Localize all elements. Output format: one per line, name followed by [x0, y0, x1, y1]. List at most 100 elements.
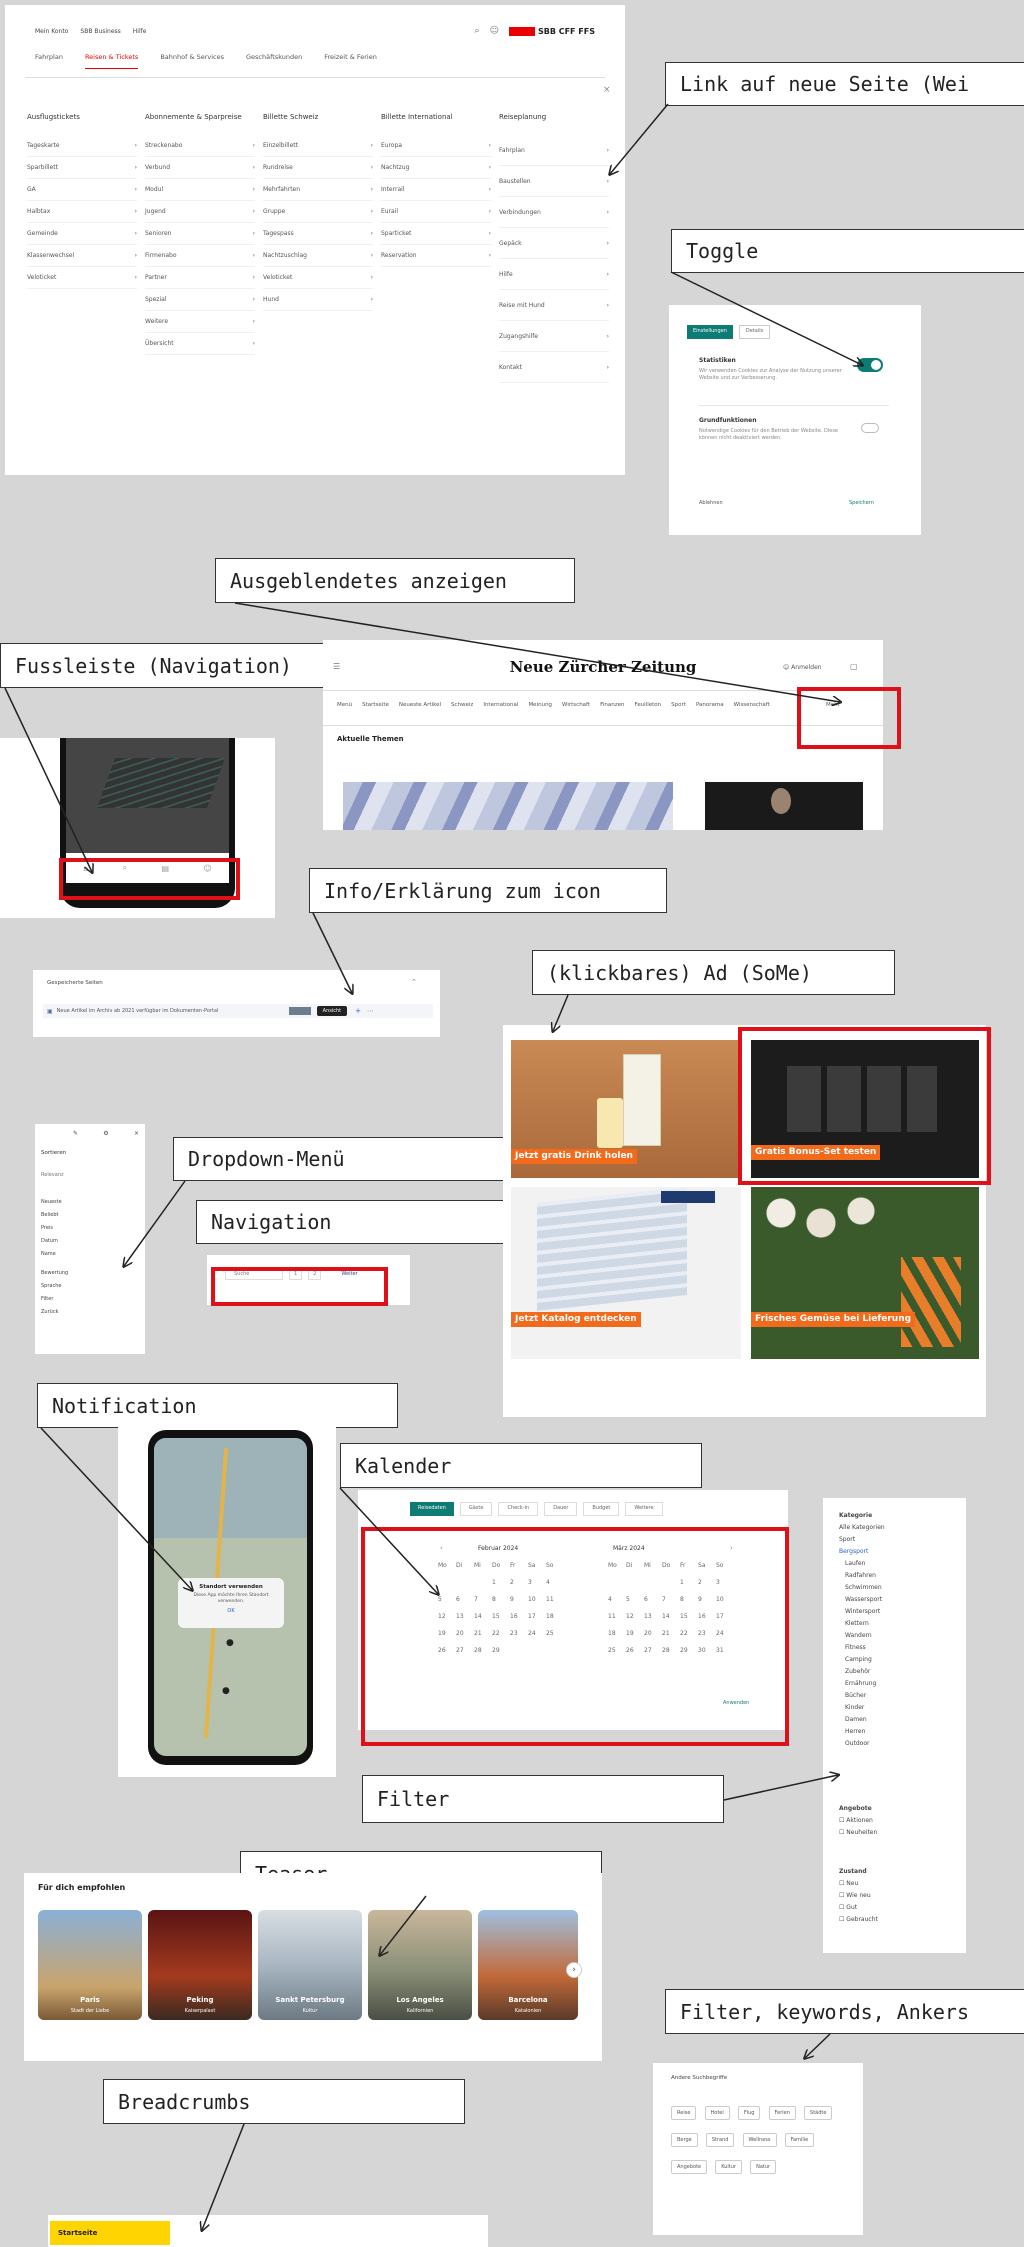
nzz-menu-icon[interactable]: ☰: [333, 662, 340, 671]
chevron-up-icon[interactable]: ⌃: [411, 978, 417, 986]
menu-link[interactable]: Gruppe ›: [263, 201, 373, 223]
nav-item[interactable]: Wissenschaft: [734, 702, 770, 714]
menu-link[interactable]: Baustellen ›: [499, 166, 609, 197]
nav-item[interactable]: Meinung: [528, 702, 552, 714]
close-icon[interactable]: ×: [134, 1130, 139, 1142]
tab-einstellungen[interactable]: Einstellungen: [687, 325, 733, 339]
nav-item[interactable]: Neueste Artikel: [399, 702, 441, 714]
reject-link[interactable]: Ablehnen: [699, 500, 723, 506]
teaser-card-paris[interactable]: Paris Stadt der Liebe: [38, 1910, 142, 2020]
filter-category-link[interactable]: Alle Kategorien: [839, 1522, 959, 1534]
filter-category-link[interactable]: Radfahren: [839, 1570, 959, 1582]
edit-icon[interactable]: ✎: [73, 1130, 78, 1142]
tab-freizeit[interactable]: Freizeit & Ferien: [324, 53, 377, 69]
more-icon[interactable]: ⋯: [367, 1007, 374, 1015]
filter-category-link[interactable]: Sport: [839, 1534, 959, 1546]
teaser-card-los-angeles[interactable]: Los Angeles Kalifornien: [368, 1910, 472, 2020]
keyword-chip[interactable]: Wellness: [742, 2133, 777, 2147]
filter-category-link[interactable]: Laufen: [839, 1558, 959, 1570]
menu-link[interactable]: Übersicht ›: [145, 333, 255, 355]
tab-budget[interactable]: Budget: [583, 1502, 620, 1516]
menu-link[interactable]: Verbund ›: [145, 157, 255, 179]
filter-category-link[interactable]: Zubehör: [839, 1666, 959, 1678]
menu-link[interactable]: Gepäck ›: [499, 228, 609, 259]
map-pin-icon[interactable]: ●: [226, 1638, 234, 1648]
menu-link[interactable]: Partner ›: [145, 267, 255, 289]
menu-link[interactable]: Veloticket ›: [27, 267, 137, 289]
menu-link[interactable]: Hund ›: [263, 289, 373, 311]
nav-item[interactable]: Sport: [671, 702, 686, 714]
nav-item[interactable]: Feuilleton: [634, 702, 661, 714]
menu-link[interactable]: Verbindungen ›: [499, 197, 609, 228]
menu-link[interactable]: Nachtzuschlag ›: [263, 245, 373, 267]
menu-link[interactable]: Tagespass ›: [263, 223, 373, 245]
settings-icon[interactable]: ⚙: [103, 1130, 108, 1142]
menu-link[interactable]: Senioren ›: [145, 223, 255, 245]
keyword-chip[interactable]: Angebote: [671, 2160, 708, 2174]
menu-link[interactable]: Gemeinde ›: [27, 223, 137, 245]
tab-checkin[interactable]: Check-in: [498, 1502, 539, 1516]
keyword-chip[interactable]: Kultur: [715, 2160, 742, 2174]
menu-link[interactable]: Rundreise ›: [263, 157, 373, 179]
filter-checkbox[interactable]: ☐ Neuheiten: [839, 1827, 959, 1839]
keyword-chip[interactable]: Ferien: [768, 2106, 796, 2120]
menu-link[interactable]: Tageskarte ›: [27, 135, 137, 157]
notification-ok-button[interactable]: OK: [178, 1608, 284, 1614]
menu-link[interactable]: Halbtax ›: [27, 201, 137, 223]
dropdown-item[interactable]: Sprache: [41, 1280, 131, 1293]
user-icon[interactable]: ☺: [490, 26, 499, 36]
nav-item[interactable]: Wirtschaft: [562, 702, 590, 714]
ad-tile[interactable]: Jetzt gratis Drink holen: [511, 1040, 741, 1178]
filter-category-link[interactable]: Kinder: [839, 1702, 959, 1714]
filter-checkbox[interactable]: ☐ Wie neu: [839, 1890, 959, 1902]
ad-tile[interactable]: Jetzt Katalog entdecken: [511, 1187, 741, 1359]
article-image-banknotes[interactable]: [343, 782, 673, 830]
tab-gaeste[interactable]: Gäste: [459, 1502, 493, 1516]
tab-reisen[interactable]: Reisen & Tickets: [84, 53, 139, 69]
keyword-chip[interactable]: Natur: [750, 2160, 777, 2174]
dropdown-item[interactable]: Neueste: [41, 1196, 131, 1209]
keyword-chip[interactable]: Familie: [784, 2133, 815, 2147]
map-pin-icon[interactable]: ●: [222, 1686, 230, 1696]
sbb-top-link[interactable]: Hilfe: [133, 28, 147, 35]
sbb-top-link[interactable]: Mein Konto: [35, 28, 68, 35]
filter-checkbox[interactable]: ☐ Gut: [839, 1902, 959, 1914]
breadcrumb-item-home[interactable]: Startseite: [58, 2229, 97, 2237]
keyword-chip[interactable]: Hotel: [704, 2106, 730, 2120]
nav-item[interactable]: Startseite: [362, 702, 389, 714]
tab-geschaeftskunden[interactable]: Geschäftskunden: [246, 53, 302, 69]
dropdown-item[interactable]: Beliebt: [41, 1209, 131, 1222]
menu-link[interactable]: Interrail ›: [381, 179, 491, 201]
menu-link[interactable]: Modul ›: [145, 179, 255, 201]
nav-item[interactable]: Menü: [337, 702, 352, 714]
menu-link[interactable]: Sparbillett ›: [27, 157, 137, 179]
filter-category-link[interactable]: Bücher: [839, 1690, 959, 1702]
tab-details[interactable]: Details: [738, 325, 771, 339]
keyword-chip[interactable]: Reise: [671, 2106, 697, 2120]
filter-category-link[interactable]: Damen: [839, 1714, 959, 1726]
search-icon[interactable]: ⌕: [475, 26, 480, 36]
menu-link[interactable]: Fahrplan ›: [499, 135, 609, 166]
filter-checkbox[interactable]: ☐ Aktionen: [839, 1815, 959, 1827]
filter-checkbox[interactable]: ☐ Neu: [839, 1878, 959, 1890]
tab-reisedaten[interactable]: Reisedaten: [410, 1502, 454, 1516]
dropdown-item[interactable]: Zurück: [41, 1306, 131, 1319]
menu-link[interactable]: Eurail ›: [381, 201, 491, 223]
nav-item[interactable]: International: [483, 702, 518, 714]
statistics-toggle-switch[interactable]: [857, 358, 883, 372]
menu-link[interactable]: Mehrfahrten ›: [263, 179, 373, 201]
keyword-chip[interactable]: Städte: [804, 2106, 833, 2120]
menu-link[interactable]: Veloticket ›: [263, 267, 373, 289]
dropdown-subtitle[interactable]: Relevanz: [41, 1172, 64, 1178]
menu-link[interactable]: GA ›: [27, 179, 137, 201]
filter-category-link[interactable]: Bergsport: [839, 1546, 959, 1558]
filter-category-link[interactable]: Wassersport: [839, 1594, 959, 1606]
menu-link[interactable]: Reservation ›: [381, 245, 491, 267]
filter-category-link[interactable]: Camping: [839, 1654, 959, 1666]
nav-item[interactable]: Panorama: [696, 702, 724, 714]
close-icon[interactable]: ×: [603, 85, 611, 95]
menu-link[interactable]: Klassenwechsel ›: [27, 245, 137, 267]
add-icon[interactable]: +: [355, 1007, 361, 1015]
dropdown-item[interactable]: Preis: [41, 1222, 131, 1235]
menu-link[interactable]: Spezial ›: [145, 289, 255, 311]
